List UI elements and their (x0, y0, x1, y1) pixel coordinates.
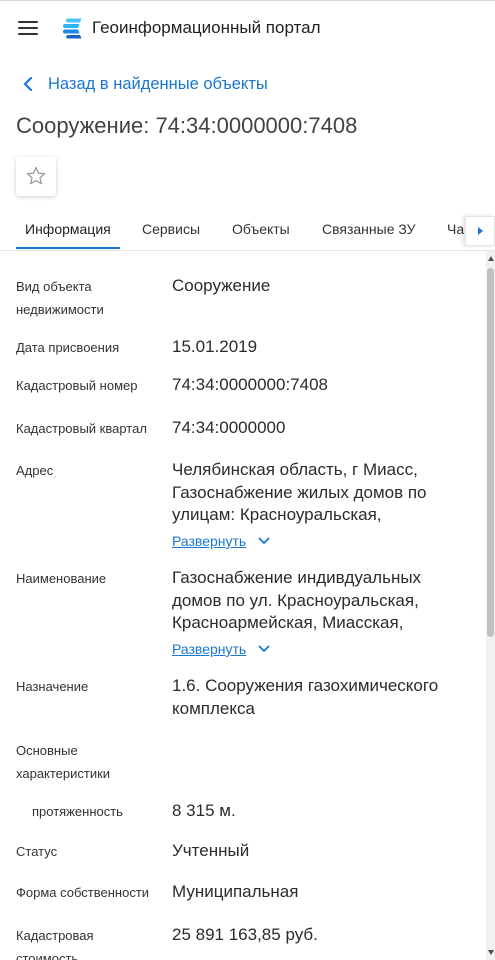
info-sublabel: протяженность (32, 804, 123, 819)
app-title: Геоинформационный портал (92, 18, 321, 37)
chevron-left-icon (23, 76, 33, 92)
info-value: Сооружение (172, 276, 271, 295)
triangle-right-icon (478, 227, 483, 235)
info-value: Челябинская область, г Миасс, Газоснабже… (172, 460, 427, 524)
info-label: Назначение (16, 679, 89, 694)
tab-bar: Информация Сервисы Объекты Связанные ЗУ … (0, 213, 465, 250)
info-value: Учтенный (172, 841, 250, 860)
expand-link-label: Развернуть (172, 641, 247, 657)
tab-parts[interactable]: Ча (438, 213, 465, 250)
info-value: Газоснабжение индивдуальных домов по ул.… (172, 568, 422, 632)
info-panel: Вид объекта недвижимости Сооружение Дата… (0, 251, 486, 960)
scrollbar-thumb[interactable] (487, 268, 494, 637)
star-outline-icon (26, 166, 46, 185)
window-top-border (0, 0, 495, 1)
chevron-down-icon (258, 645, 270, 652)
tab-services[interactable]: Сервисы (133, 213, 209, 250)
tab-information[interactable]: Информация (16, 213, 120, 250)
favorite-button[interactable] (16, 157, 56, 196)
expand-link-label: Развернуть (172, 533, 247, 549)
info-value: Муниципальная (172, 882, 299, 901)
tab-related-land-plots[interactable]: Связанные ЗУ (313, 213, 425, 250)
triangle-up-icon[interactable] (487, 256, 494, 261)
chevron-down-icon (258, 537, 270, 544)
expand-name-link[interactable]: Развернуть (172, 638, 270, 660)
info-label: Дата присвоения (16, 340, 120, 355)
info-value: 25 891 163,85 руб. (172, 925, 318, 944)
info-label: Кадастровый квартал (16, 421, 147, 436)
app-window: Геоинформационный портал Назад в найденн… (0, 0, 495, 960)
info-value: 1.6. Сооружения газохимического комплекс… (172, 676, 439, 718)
info-value-block: Газоснабжение индивдуальных домов по ул.… (172, 567, 457, 660)
back-link-label: Назад в найденные объекты (48, 75, 268, 93)
info-value: 74:34:0000000 (172, 418, 286, 437)
tabs-scroll-right-button[interactable] (465, 216, 495, 246)
info-value: 15.01.2019 (172, 337, 258, 356)
menu-bar (18, 27, 38, 29)
info-label: Вид объекта недвижимости (16, 279, 104, 317)
info-label: Основные характеристики (16, 743, 111, 781)
info-label: Кадастровый номер (16, 378, 138, 393)
info-value: 8 315 м. (172, 801, 236, 820)
info-label: Адрес (16, 463, 54, 478)
tab-objects[interactable]: Объекты (223, 213, 299, 250)
info-label: Форма собственности (16, 885, 150, 900)
menu-bar (18, 33, 38, 35)
info-label: Наименование (16, 571, 107, 586)
info-value: 74:34:0000000:7408 (172, 375, 328, 394)
triangle-down-icon[interactable] (487, 950, 494, 955)
info-label: Кадастровая стоимость (16, 928, 94, 960)
vertical-scrollbar[interactable] (486, 251, 495, 960)
info-value-block: Челябинская область, г Миасс, Газоснабже… (172, 459, 457, 552)
hamburger-menu-icon[interactable] (14, 14, 42, 42)
back-to-results-link[interactable]: Назад в найденные объекты (16, 70, 286, 98)
page-title: Сооружение: 74:34:0000000:7408 (16, 113, 358, 138)
expand-address-link[interactable]: Развернуть (172, 530, 270, 552)
info-label: Статус (16, 844, 58, 859)
geoportal-logo-icon[interactable] (61, 17, 83, 39)
menu-bar (18, 21, 38, 23)
